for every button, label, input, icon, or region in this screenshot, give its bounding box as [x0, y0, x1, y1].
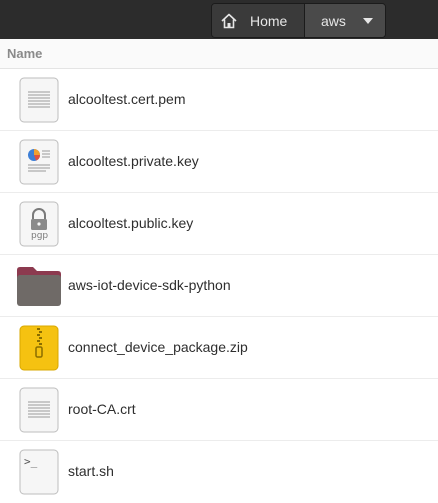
breadcrumb-aws[interactable]: aws	[305, 4, 385, 37]
file-name: start.sh	[68, 463, 114, 479]
breadcrumb-home-label: Home	[250, 12, 288, 29]
file-row[interactable]: connect_device_package.zip	[0, 317, 438, 379]
file-row[interactable]: alcooltest.private.key	[0, 131, 438, 193]
certificate-file-icon	[18, 386, 60, 434]
breadcrumb-home[interactable]: Home	[212, 4, 305, 37]
file-row[interactable]: aws-iot-device-sdk-python	[0, 255, 438, 317]
list-header: Name	[0, 39, 438, 69]
file-row[interactable]: pgp alcooltest.public.key	[0, 193, 438, 255]
file-name: root-CA.crt	[68, 401, 136, 417]
file-row[interactable]: alcooltest.cert.pem	[0, 69, 438, 131]
file-row[interactable]: root-CA.crt	[0, 379, 438, 441]
file-row[interactable]: >_ start.sh	[0, 441, 438, 503]
chevron-down-icon[interactable]	[363, 17, 373, 24]
shell-icon-text: >_	[24, 455, 38, 468]
file-list: alcooltest.cert.pem alcooltest.private.k…	[0, 69, 438, 503]
file-name: alcooltest.cert.pem	[68, 91, 186, 107]
home-icon	[220, 12, 238, 30]
shell-script-icon: >_	[18, 448, 60, 496]
certificate-file-icon	[18, 76, 60, 124]
file-name: alcooltest.public.key	[68, 215, 194, 231]
column-header-name[interactable]: Name	[7, 46, 42, 61]
pgp-key-file-icon: pgp	[18, 200, 60, 248]
private-key-file-icon	[18, 138, 60, 186]
folder-icon	[16, 262, 62, 310]
title-bar: Home aws	[0, 0, 438, 39]
file-name: alcooltest.private.key	[68, 153, 199, 169]
zip-archive-icon	[18, 324, 60, 372]
breadcrumb-aws-label: aws	[321, 12, 346, 29]
path-bar: Home aws	[211, 3, 386, 38]
file-name: connect_device_package.zip	[68, 339, 248, 355]
pgp-icon-text: pgp	[31, 231, 49, 241]
file-name: aws-iot-device-sdk-python	[68, 277, 231, 293]
